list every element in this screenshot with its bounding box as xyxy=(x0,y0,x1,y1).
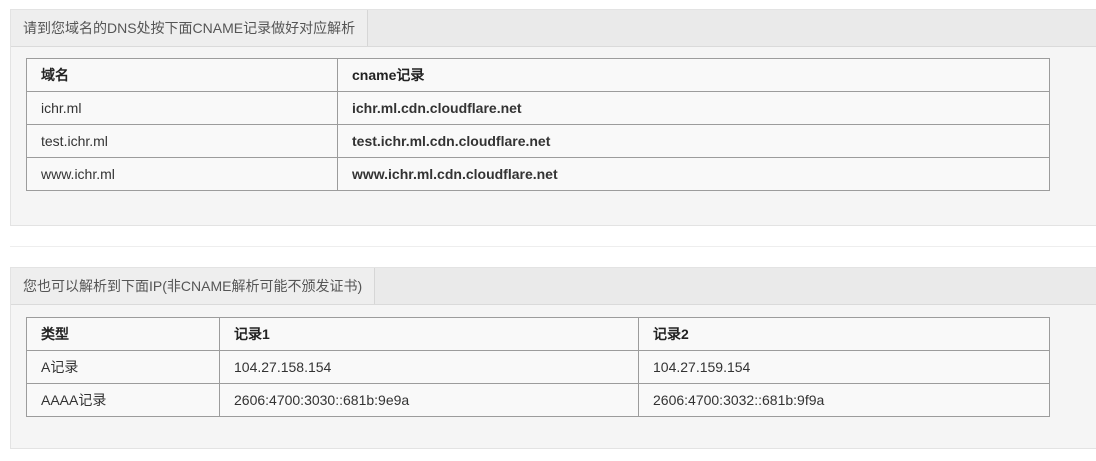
cname-cell[interactable]: www.ichr.ml.cdn.cloudflare.net xyxy=(337,157,1050,191)
ip-panel: 您也可以解析到下面IP(非CNAME解析可能不颁发证书) 类型 记录1 记录2 … xyxy=(10,267,1096,449)
table-header-row: 域名 cname记录 xyxy=(26,58,1050,92)
ip-table: 类型 记录1 记录2 A记录 104.27.158.154 104.27.159… xyxy=(26,317,1050,417)
section-divider xyxy=(10,246,1096,247)
ip-panel-title: 您也可以解析到下面IP(非CNAME解析可能不颁发证书) xyxy=(11,268,376,304)
table-row: test.ichr.ml test.ichr.ml.cdn.cloudflare… xyxy=(26,124,1050,158)
record-type-cell: A记录 xyxy=(26,350,220,384)
column-header-record2: 记录2 xyxy=(638,317,1050,351)
record-type-cell: AAAA记录 xyxy=(26,383,220,417)
record1-cell[interactable]: 2606:4700:3030::681b:9e9a xyxy=(219,383,639,417)
column-header-domain: 域名 xyxy=(26,58,338,92)
cname-cell[interactable]: test.ichr.ml.cdn.cloudflare.net xyxy=(337,124,1050,158)
column-header-type: 类型 xyxy=(26,317,220,351)
column-header-cname: cname记录 xyxy=(337,58,1050,92)
domain-cell[interactable]: ichr.ml xyxy=(26,91,338,125)
table-row: A记录 104.27.158.154 104.27.159.154 xyxy=(26,350,1050,384)
ip-panel-header: 您也可以解析到下面IP(非CNAME解析可能不颁发证书) xyxy=(11,268,1096,305)
cname-panel-title: 请到您域名的DNS处按下面CNAME记录做好对应解析 xyxy=(11,10,369,46)
cname-cell[interactable]: ichr.ml.cdn.cloudflare.net xyxy=(337,91,1050,125)
record2-cell[interactable]: 2606:4700:3032::681b:9f9a xyxy=(638,383,1050,417)
table-row: www.ichr.ml www.ichr.ml.cdn.cloudflare.n… xyxy=(26,157,1050,191)
cname-table: 域名 cname记录 ichr.ml ichr.ml.cdn.cloudflar… xyxy=(26,58,1050,191)
domain-cell[interactable]: www.ichr.ml xyxy=(26,157,338,191)
table-row: AAAA记录 2606:4700:3030::681b:9e9a 2606:47… xyxy=(26,383,1050,417)
record2-cell[interactable]: 104.27.159.154 xyxy=(638,350,1050,384)
cname-panel: 请到您域名的DNS处按下面CNAME记录做好对应解析 域名 cname记录 ic… xyxy=(10,9,1096,226)
domain-cell[interactable]: test.ichr.ml xyxy=(26,124,338,158)
table-row: ichr.ml ichr.ml.cdn.cloudflare.net xyxy=(26,91,1050,125)
record1-cell[interactable]: 104.27.158.154 xyxy=(219,350,639,384)
table-header-row: 类型 记录1 记录2 xyxy=(26,317,1050,351)
cname-panel-header: 请到您域名的DNS处按下面CNAME记录做好对应解析 xyxy=(11,10,1096,47)
column-header-record1: 记录1 xyxy=(219,317,639,351)
